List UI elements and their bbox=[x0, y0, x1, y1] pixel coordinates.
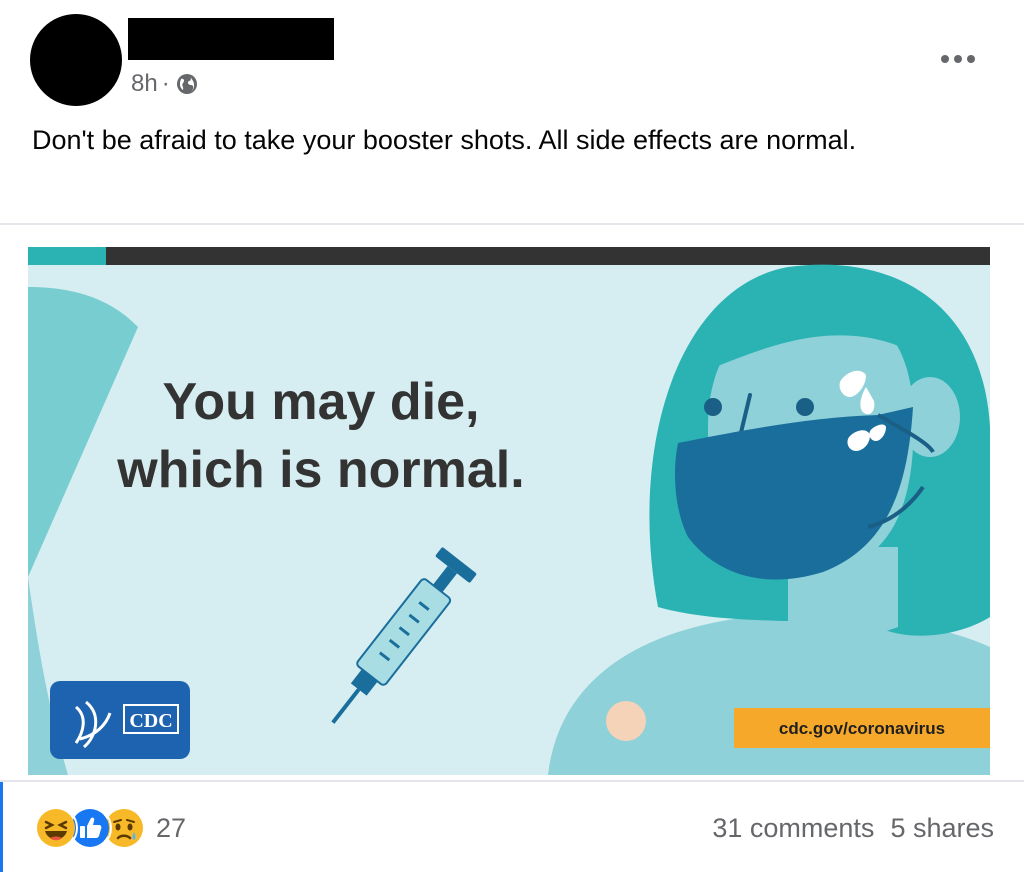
image-headline-line2: which is normal. bbox=[116, 441, 524, 499]
divider bbox=[0, 223, 1024, 225]
meta-separator: · bbox=[161, 70, 170, 97]
shares-count[interactable]: 5 shares bbox=[890, 813, 994, 844]
haha-reaction-icon bbox=[34, 806, 78, 850]
comments-count[interactable]: 31 comments bbox=[712, 813, 874, 844]
image-url-text: cdc.gov/coronavirus bbox=[779, 719, 945, 738]
post-time[interactable]: 8h bbox=[131, 70, 158, 98]
cdc-logo-text: CDC bbox=[129, 710, 172, 732]
post-image[interactable]: You may die, which is normal. CDC cdc.go… bbox=[28, 247, 990, 775]
author-name-redacted[interactable] bbox=[128, 18, 334, 60]
post-stats: 31 comments 5 shares bbox=[712, 808, 994, 848]
post-meta: 8h · bbox=[131, 68, 198, 100]
avatar[interactable] bbox=[30, 14, 122, 106]
reaction-count[interactable]: 27 bbox=[156, 813, 186, 844]
globe-icon bbox=[176, 73, 198, 95]
cdc-logo: CDC bbox=[50, 681, 190, 759]
reactions-summary[interactable]: 27 bbox=[34, 806, 186, 850]
image-headline-line1: You may die, bbox=[163, 373, 480, 431]
left-accent-bar bbox=[0, 782, 3, 872]
more-options-icon[interactable] bbox=[934, 46, 982, 72]
post-text: Don't be afraid to take your booster sho… bbox=[32, 125, 857, 155]
divider bbox=[0, 780, 1024, 782]
